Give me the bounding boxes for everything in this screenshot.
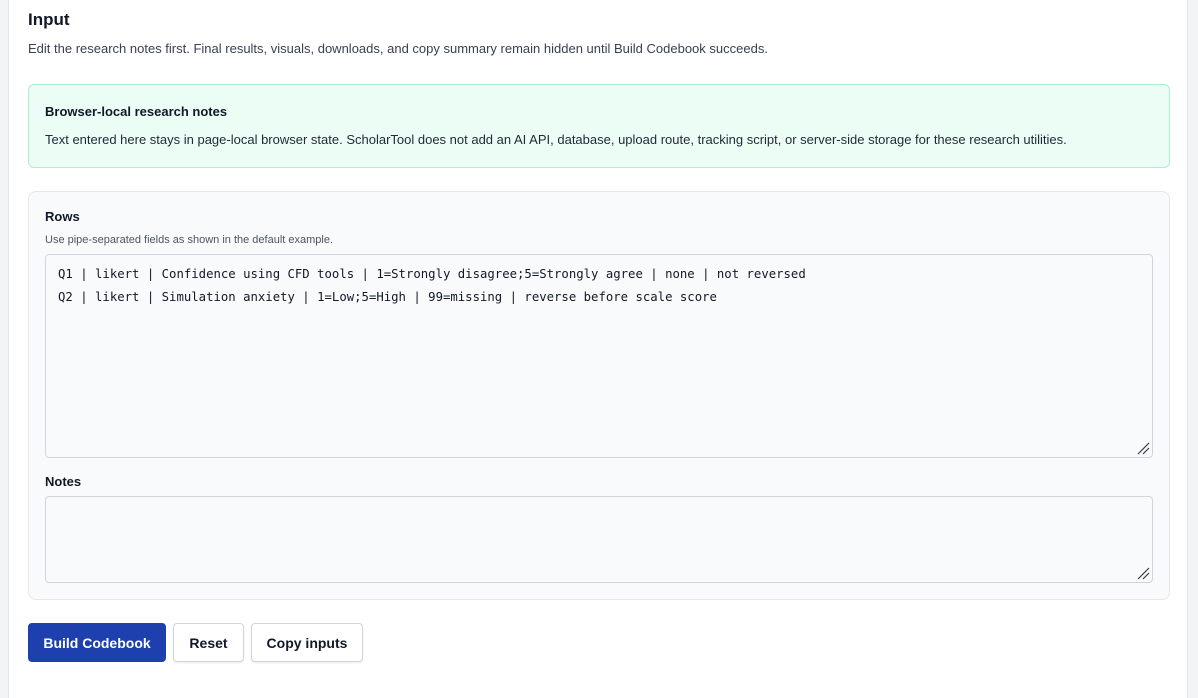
reset-button[interactable]: Reset — [173, 623, 244, 662]
input-panel: Input Edit the research notes first. Fin… — [8, 0, 1188, 698]
notice-title: Browser-local research notes — [45, 104, 228, 119]
resize-grip-icon[interactable] — [1136, 441, 1150, 455]
rows-label: Rows — [45, 209, 80, 224]
section-title: Input — [28, 10, 70, 29]
section-description: Edit the research notes first. Final res… — [28, 41, 768, 56]
notice-text: Text entered here stays in page-local br… — [45, 132, 1067, 147]
notes-textarea[interactable] — [45, 496, 1153, 583]
input-form-card: Rows Use pipe-separated fields as shown … — [28, 191, 1170, 600]
rows-hint: Use pipe-separated fields as shown in th… — [45, 234, 334, 246]
copy-inputs-button[interactable]: Copy inputs — [251, 623, 363, 662]
notes-label: Notes — [45, 474, 82, 489]
rows-line-1: Q1 | likert | Confidence using CFD tools… — [58, 267, 806, 281]
resize-grip-icon[interactable] — [1136, 566, 1150, 580]
rows-line-2: Q2 | likert | Simulation anxiety | 1=Low… — [58, 290, 717, 304]
build-codebook-button[interactable]: Build Codebook — [28, 623, 166, 662]
privacy-notice: Browser-local research notes Text entere… — [28, 84, 1170, 168]
rows-textarea[interactable]: Q1 | likert | Confidence using CFD tools… — [45, 254, 1153, 458]
